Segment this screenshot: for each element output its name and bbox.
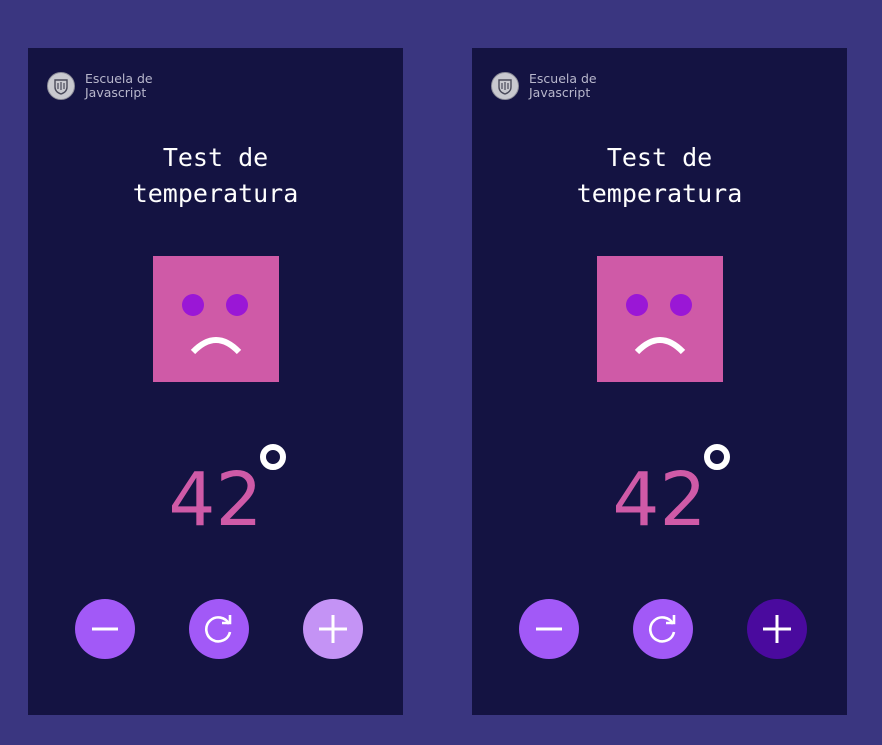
title-line-2: temperatura: [132, 179, 299, 208]
reset-button[interactable]: [189, 599, 249, 659]
page-title: Test de temperatura: [28, 140, 403, 212]
brand-line-1: Escuela de: [529, 71, 597, 86]
decrease-button[interactable]: [519, 599, 579, 659]
minus-icon: [92, 627, 118, 631]
brand-name: Escuela de Javascript: [85, 72, 153, 100]
brand: Escuela de Javascript: [491, 71, 597, 101]
title-line-1: Test de: [606, 143, 713, 172]
temperature-value: 42: [612, 457, 707, 543]
title-line-1: Test de: [162, 143, 269, 172]
brand-name: Escuela de Javascript: [529, 72, 597, 100]
brand-line-1: Escuela de: [85, 71, 153, 86]
sad-face-icon: [597, 256, 723, 382]
title-line-2: temperatura: [576, 179, 743, 208]
brand-line-2: Javascript: [529, 85, 591, 100]
temperature-value: 42: [168, 457, 263, 543]
brand: Escuela de Javascript: [47, 71, 153, 101]
temperature-app-panel-1: Escuela de Javascript Test de temperatur…: [28, 48, 403, 715]
frown-mouth: [634, 337, 686, 354]
school-crest-icon: [491, 72, 519, 100]
plus-icon: [319, 615, 347, 643]
school-crest-icon: [47, 72, 75, 100]
increase-button[interactable]: [303, 599, 363, 659]
right-eye: [670, 294, 692, 316]
frown-mouth: [190, 337, 242, 354]
minus-icon: [536, 627, 562, 631]
temperature-app-panel-2: Escuela de Javascript Test de temperatur…: [472, 48, 847, 715]
increase-button[interactable]: [747, 599, 807, 659]
page-title: Test de temperatura: [472, 140, 847, 212]
decrease-button[interactable]: [75, 599, 135, 659]
brand-line-2: Javascript: [85, 85, 147, 100]
sad-face-icon: [153, 256, 279, 382]
reset-button[interactable]: [633, 599, 693, 659]
degree-icon: [704, 444, 730, 470]
reset-icon: [649, 615, 676, 643]
left-eye: [182, 294, 204, 316]
reset-icon: [205, 615, 232, 643]
left-eye: [626, 294, 648, 316]
degree-icon: [260, 444, 286, 470]
plus-icon: [763, 615, 791, 643]
right-eye: [226, 294, 248, 316]
